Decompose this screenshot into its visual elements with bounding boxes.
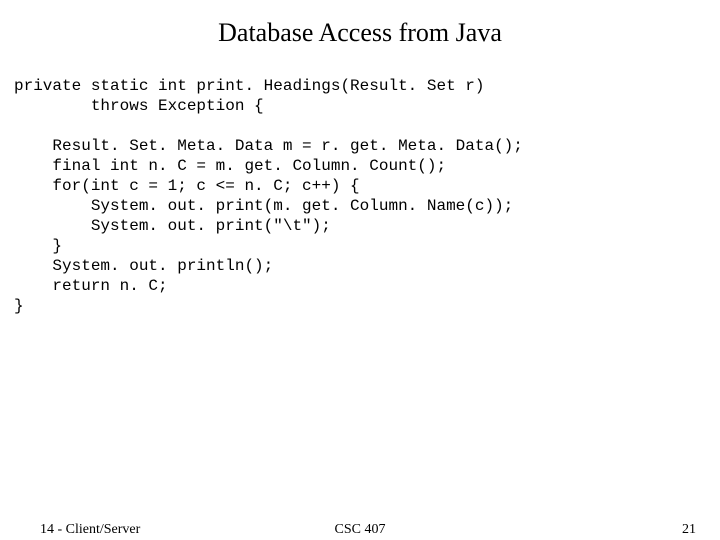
footer-center: CSC 407 <box>0 522 720 538</box>
slide: Database Access from Java private static… <box>0 0 720 540</box>
code-block: private static int print. Headings(Resul… <box>0 76 720 316</box>
footer-right: 21 <box>682 522 696 538</box>
slide-title: Database Access from Java <box>0 0 720 76</box>
